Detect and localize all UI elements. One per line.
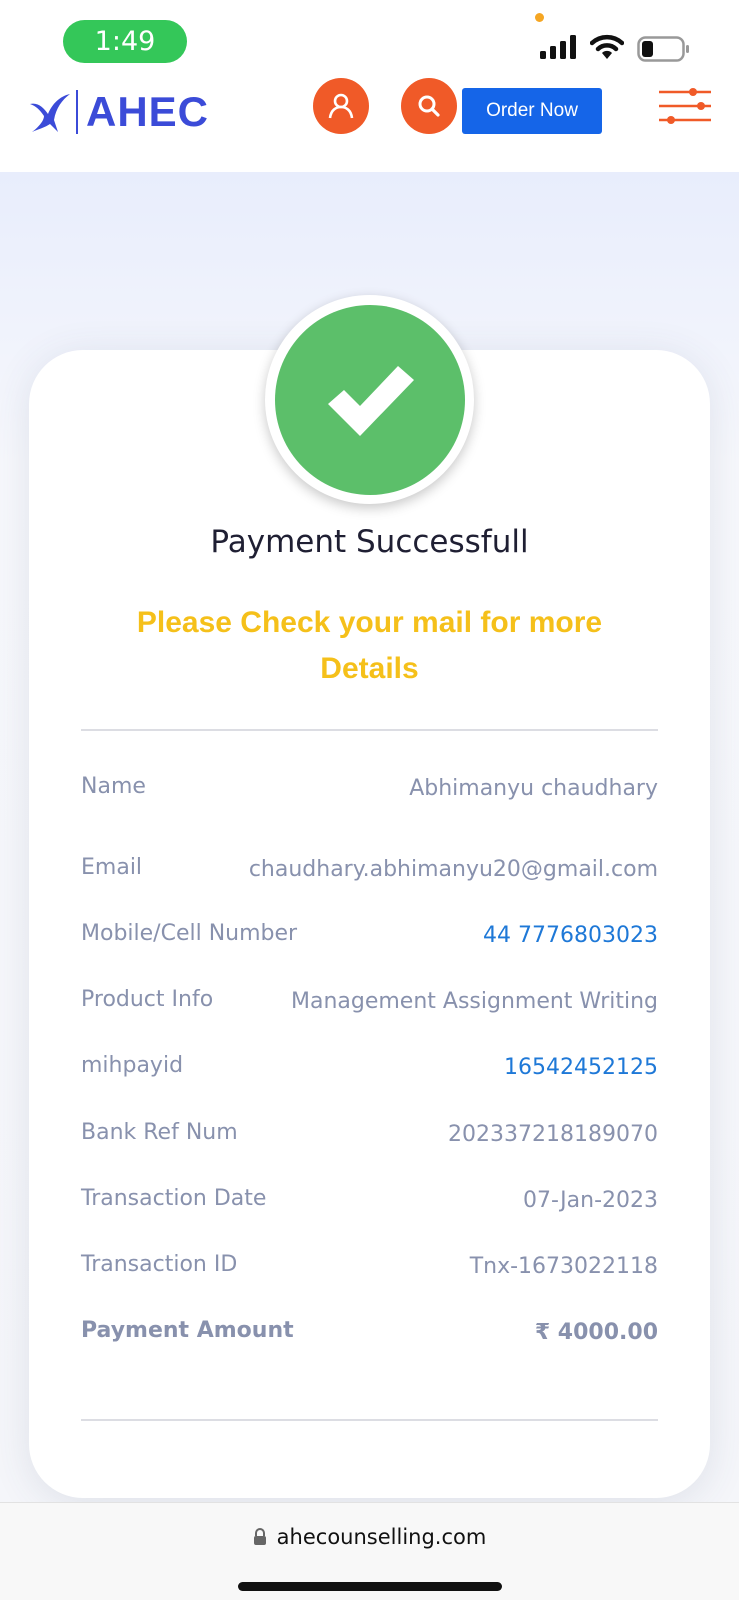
url-field[interactable]: ahecounselling.com <box>0 1525 739 1549</box>
ahec-logo[interactable]: AHEC <box>28 88 209 136</box>
success-badge <box>265 295 474 504</box>
search-button[interactable] <box>401 78 457 134</box>
detail-row-payment-amount: Payment Amount ₹ 4000.00 <box>81 1318 658 1354</box>
detail-row-mihpayid: mihpayid 16542452125 <box>81 1053 658 1089</box>
row-value: Abhimanyu chaudhary <box>409 776 658 801</box>
detail-row-transaction-id: Transaction ID Tnx-1673022118 <box>81 1252 658 1288</box>
row-label: Mobile/Cell Number <box>81 921 298 946</box>
status-bar: 1:49 <box>0 0 739 86</box>
divider <box>81 1419 658 1421</box>
site-header: AHEC Order Now <box>0 78 739 172</box>
row-label: Transaction ID <box>81 1252 238 1277</box>
filter-sliders-icon[interactable] <box>657 86 713 130</box>
mihpayid-link[interactable]: 16542452125 <box>504 1055 658 1080</box>
divider <box>81 729 658 731</box>
cellular-signal-icon <box>540 35 576 59</box>
row-value: 07-Jan-2023 <box>523 1188 658 1213</box>
row-label: mihpayid <box>81 1053 184 1078</box>
search-icon <box>418 95 440 117</box>
row-label: Name <box>81 774 146 799</box>
logo-text: AHEC <box>86 88 210 135</box>
success-circle <box>274 304 465 495</box>
account-button[interactable] <box>313 78 369 134</box>
url-text: ahecounselling.com <box>276 1525 487 1549</box>
detail-row-mobile: Mobile/Cell Number 44 7776803023 <box>81 921 658 957</box>
row-value: chaudhary.abhimanyu20@gmail.com <box>248 857 658 882</box>
row-label: Transaction Date <box>81 1186 267 1211</box>
row-label: Payment Amount <box>81 1318 294 1343</box>
row-label: Bank Ref Num <box>81 1120 238 1145</box>
detail-row-product: Product Info Management Assignment Writi… <box>81 987 658 1023</box>
row-value: 202337218189070 <box>448 1122 658 1147</box>
order-now-button[interactable]: Order Now <box>462 88 602 134</box>
detail-row-transaction-date: Transaction Date 07-Jan-2023 <box>81 1186 658 1222</box>
status-time[interactable]: 1:49 <box>63 20 187 63</box>
row-label: Product Info <box>81 987 214 1012</box>
bird-logo-icon <box>30 94 70 132</box>
page-title: Payment Successfull <box>210 524 529 560</box>
detail-row-bank-ref: Bank Ref Num 202337218189070 <box>81 1120 658 1156</box>
row-value: Tnx-1673022118 <box>469 1254 658 1279</box>
home-indicator[interactable] <box>238 1582 502 1591</box>
phone-link[interactable]: 44 7776803023 <box>483 923 658 948</box>
wifi-icon <box>590 34 624 59</box>
logo-divider <box>76 90 78 134</box>
row-label: Email <box>81 855 143 880</box>
user-icon <box>328 93 354 119</box>
lock-icon <box>253 1528 266 1545</box>
payment-amount-value: ₹ 4000.00 <box>534 1320 658 1345</box>
battery-icon <box>637 36 689 62</box>
checkmark-icon <box>327 365 414 436</box>
mail-notice: Please Check your mail for more Details <box>136 606 603 685</box>
detail-row-email: Email chaudhary.abhimanyu20@gmail.com <box>81 855 658 891</box>
detail-row-name: Name Abhimanyu chaudhary <box>81 774 658 810</box>
row-value: Management Assignment Writing <box>290 989 658 1014</box>
privacy-indicator-dot <box>535 13 544 22</box>
